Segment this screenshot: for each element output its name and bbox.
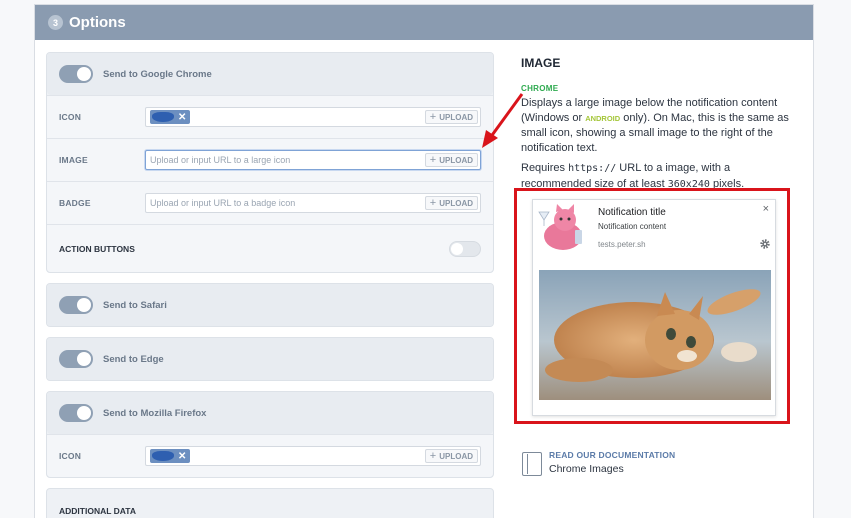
toggle-knob xyxy=(77,298,91,312)
badge-url-input[interactable]: Upload or input URL to a badge icon + UPL… xyxy=(145,193,481,213)
page-title: Options xyxy=(69,14,126,31)
help-panel: IMAGE CHROME Displays a large image belo… xyxy=(521,52,801,192)
chrome-icon-field[interactable]: ✕ + UPLOAD xyxy=(145,107,481,127)
icon-chip: ✕ xyxy=(150,449,191,463)
arrow-icon xyxy=(482,93,524,148)
safari-toggle-label: Send to Safari xyxy=(103,299,167,311)
remove-icon[interactable]: ✕ xyxy=(178,451,186,462)
help-description: Displays a large image below the notific… xyxy=(521,96,801,155)
document-icon xyxy=(522,452,542,476)
toggle-knob xyxy=(77,67,91,81)
upload-plus-icon: + xyxy=(429,111,437,123)
edge-group-header: Send to Edge xyxy=(47,338,493,380)
firefox-toggle-label: Send to Mozilla Firefox xyxy=(103,407,207,419)
chrome-icon-upload-button[interactable]: + UPLOAD xyxy=(424,110,478,124)
image-url-placeholder: Upload or input URL to a large icon xyxy=(150,155,291,165)
badge-url-placeholder: Upload or input URL to a badge icon xyxy=(150,198,296,208)
icon-field-label: ICON xyxy=(59,451,82,461)
safari-toggle[interactable] xyxy=(59,296,93,314)
firefox-toggle[interactable] xyxy=(59,404,93,422)
chrome-badge-row: BADGE Upload or input URL to a badge ico… xyxy=(47,181,493,224)
notification-preview: Notification title Notification content … xyxy=(532,199,776,416)
action-buttons-row: ACTION BUTTONS xyxy=(47,224,493,272)
firefox-icon-upload-button[interactable]: + UPLOAD xyxy=(424,449,478,463)
edge-toggle-label: Send to Edge xyxy=(103,353,164,365)
req-part1: Requires xyxy=(521,162,569,174)
icon-chip: ✕ xyxy=(150,110,191,124)
documentation-subtitle[interactable]: Chrome Images xyxy=(549,463,675,475)
toggle-knob xyxy=(77,406,91,420)
chrome-image-row: IMAGE Upload or input URL to a large ico… xyxy=(47,138,493,181)
upload-plus-icon: + xyxy=(429,154,437,166)
firefox-group: Send to Mozilla Firefox ICON ✕ + UPLOAD xyxy=(46,391,494,478)
upload-plus-icon: + xyxy=(429,450,437,462)
options-header: 3 Options xyxy=(35,5,813,40)
firefox-icon-field[interactable]: ✕ + UPLOAD xyxy=(145,446,481,466)
firefox-icon-row: ICON ✕ + UPLOAD xyxy=(47,434,493,477)
toggle-knob xyxy=(451,242,463,255)
upload-label: UPLOAD xyxy=(439,451,473,461)
step-number-badge: 3 xyxy=(48,15,63,30)
action-buttons-toggle[interactable] xyxy=(449,240,481,257)
help-title: IMAGE xyxy=(521,56,561,70)
safari-group: Send to Safari xyxy=(46,283,494,327)
chrome-group-header: Send to Google Chrome xyxy=(47,53,493,95)
documentation-title[interactable]: READ OUR DOCUMENTATION xyxy=(549,450,675,460)
chrome-icon-thumbnail xyxy=(152,112,174,122)
upload-label: UPLOAD xyxy=(439,112,473,122)
firefox-group-header: Send to Mozilla Firefox xyxy=(47,392,493,434)
remove-icon[interactable]: ✕ xyxy=(178,112,186,123)
chrome-badge: CHROME xyxy=(521,84,559,93)
edge-toggle[interactable] xyxy=(59,350,93,368)
notification-content: Notification content xyxy=(598,222,667,231)
req-protocol: https:// xyxy=(568,163,617,174)
additional-data-section: ADDITIONAL DATA xyxy=(46,488,494,518)
android-badge: ANDROID xyxy=(585,113,621,123)
toggle-knob xyxy=(77,352,91,366)
notification-title: Notification title xyxy=(598,207,666,218)
chrome-toggle-label: Send to Google Chrome xyxy=(103,68,212,80)
upload-label: UPLOAD xyxy=(439,155,473,165)
documentation-link[interactable]: READ OUR DOCUMENTATION Chrome Images xyxy=(522,450,675,476)
badge-field-label: BADGE xyxy=(59,198,91,208)
firefox-icon-thumbnail xyxy=(152,451,174,461)
image-upload-button[interactable]: + UPLOAD xyxy=(424,153,478,167)
upload-plus-icon: + xyxy=(429,197,437,209)
additional-data-label: ADDITIONAL DATA xyxy=(59,506,136,516)
chrome-icon-row: ICON ✕ + UPLOAD xyxy=(47,95,493,138)
edge-group: Send to Edge xyxy=(46,337,494,381)
upload-label: UPLOAD xyxy=(439,198,473,208)
image-url-input[interactable]: Upload or input URL to a large icon + UPL… xyxy=(145,150,481,170)
chrome-group: Send to Google Chrome ICON ✕ + UPLOAD IMA… xyxy=(46,52,494,273)
close-icon[interactable]: × xyxy=(763,203,769,215)
cat-mascot-icon xyxy=(535,202,587,254)
icon-field-label: ICON xyxy=(59,112,82,122)
documentation-text: READ OUR DOCUMENTATION Chrome Images xyxy=(549,450,675,476)
options-left-panel: Send to Google Chrome ICON ✕ + UPLOAD IMA… xyxy=(46,52,494,518)
safari-group-header: Send to Safari xyxy=(47,284,493,326)
chrome-toggle[interactable] xyxy=(59,65,93,83)
notification-site: tests.peter.sh xyxy=(598,240,646,249)
badge-upload-button[interactable]: + UPLOAD xyxy=(424,196,478,210)
image-field-label: IMAGE xyxy=(59,155,88,165)
notification-large-image xyxy=(539,270,771,400)
action-buttons-label: ACTION BUTTONS xyxy=(59,243,135,254)
gear-icon[interactable] xyxy=(759,238,771,250)
